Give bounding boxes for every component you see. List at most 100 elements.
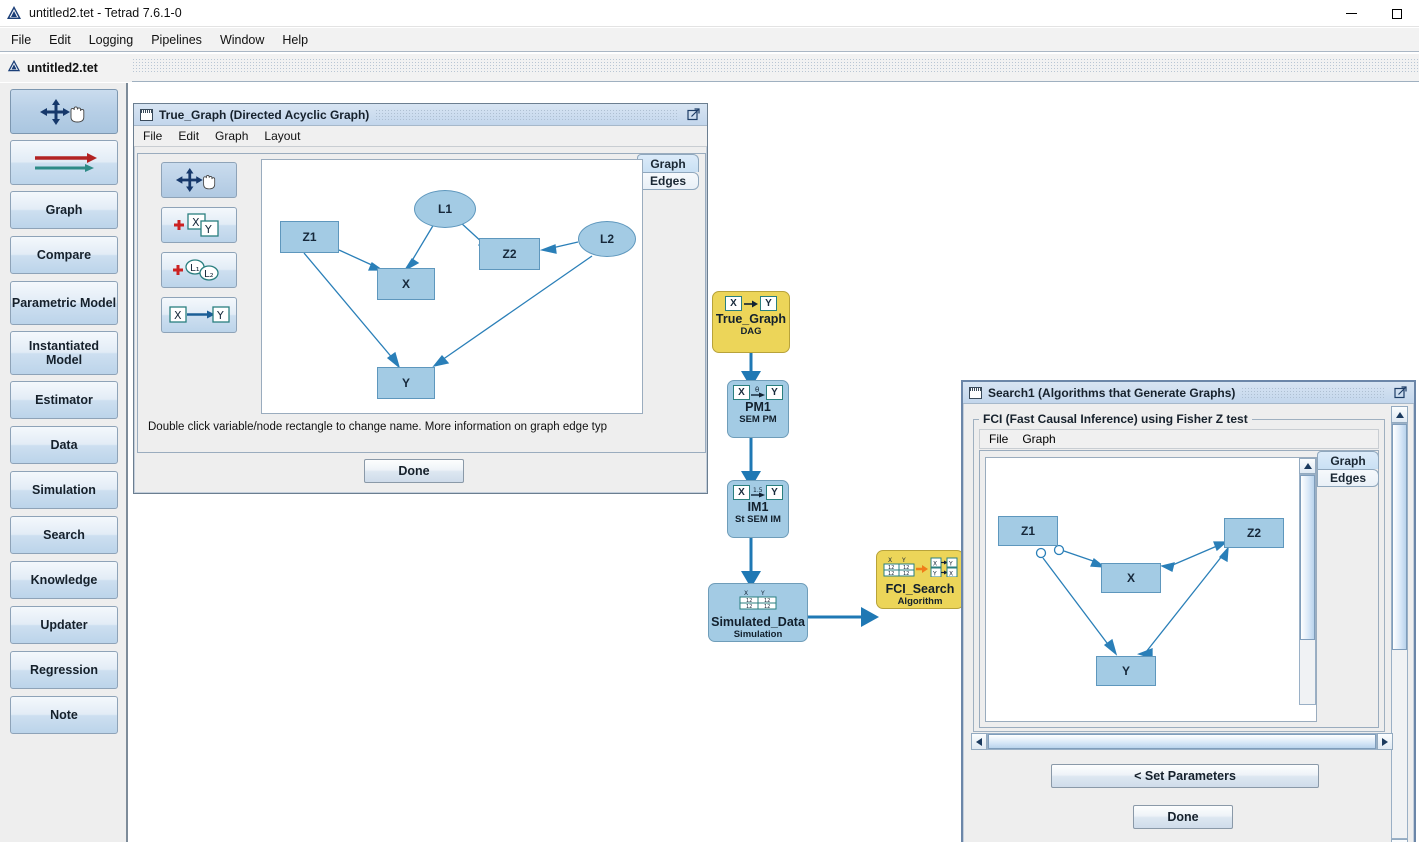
tab-graph[interactable]: Graph: [637, 154, 699, 172]
search1-inner-vertical-thumb[interactable]: [1300, 475, 1315, 640]
search1-horizontal-scrollbar-track[interactable]: [987, 733, 1377, 750]
data-to-graph-icon: X Y 12 12 12 12 X Y Y X: [882, 555, 958, 582]
tg-menu-file[interactable]: File: [136, 127, 169, 145]
s1-menu-file[interactable]: File: [982, 430, 1015, 448]
sidebar-item-parametric-model[interactable]: Parametric Model: [10, 281, 118, 325]
search1-graph-scrollpane[interactable]: Z1 Z2 X Y: [985, 457, 1317, 722]
maximize-icon[interactable]: [685, 108, 701, 122]
search1-done-button[interactable]: Done: [1133, 805, 1233, 829]
x-arrow-y-icon: X Y: [725, 296, 777, 311]
sidebar-tool-edges[interactable]: [10, 140, 118, 185]
graph-node-y[interactable]: Y: [377, 367, 435, 399]
session-workspace[interactable]: X Y True_Graph DAG X θ Y PM1 SEM PM X 1.…: [130, 83, 1419, 842]
svg-text:X: X: [888, 557, 892, 564]
pipeline-node-true-graph[interactable]: X Y True_Graph DAG: [712, 291, 790, 353]
pipeline-node-name: True_Graph: [715, 312, 787, 326]
sidebar-item-data[interactable]: Data: [10, 426, 118, 464]
menu-window[interactable]: Window: [212, 31, 272, 49]
search1-graph-node-y[interactable]: Y: [1096, 656, 1156, 686]
search1-vertical-scrollbar-track[interactable]: [1391, 423, 1408, 839]
pipeline-node-pm1[interactable]: X θ Y PM1 SEM PM: [727, 380, 789, 438]
fci-group-label: FCI (Fast Causal Inference) using Fisher…: [979, 412, 1252, 426]
pipeline-node-im1[interactable]: X 1.5 Y IM1 St SEM IM: [727, 480, 789, 538]
svg-text:12: 12: [888, 571, 894, 577]
svg-text:Y: Y: [216, 309, 224, 322]
graph-tool-add-latent-node[interactable]: L₁ L₂: [161, 252, 237, 288]
window-controls: [1329, 0, 1419, 27]
search1-inner-vertical-track[interactable]: [1299, 474, 1316, 705]
graph-node-z1[interactable]: Z1: [280, 221, 339, 253]
svg-text:Y: Y: [204, 223, 212, 236]
search1-graph-node-z1[interactable]: Z1: [998, 516, 1058, 546]
sidebar-item-knowledge[interactable]: Knowledge: [10, 561, 118, 599]
menu-help[interactable]: Help: [274, 31, 316, 49]
true-graph-titlebar[interactable]: True_Graph (Directed Acyclic Graph): [134, 104, 707, 126]
x-15-y-icon: X 1.5 Y: [733, 485, 783, 500]
graph-tool-add-measured-node[interactable]: X Y: [161, 207, 237, 243]
sidebar-item-regression[interactable]: Regression: [10, 651, 118, 689]
search1-graph-node-z2[interactable]: Z2: [1224, 518, 1284, 548]
search1-titlebar[interactable]: Search1 (Algorithms that Generate Graphs…: [963, 382, 1414, 404]
search1-inner-scroll-up-arrow[interactable]: [1299, 458, 1316, 474]
pipeline-node-fci-search[interactable]: X Y 12 12 12 12 X Y Y X FCI_Search Algor…: [876, 550, 964, 609]
pipeline-node-name: Simulated_Data: [711, 615, 805, 629]
s1-menu-graph[interactable]: Graph: [1015, 430, 1062, 448]
maximize-icon[interactable]: [1392, 386, 1408, 400]
search1-hscroll-left-arrow[interactable]: [971, 733, 987, 750]
tg-menu-graph[interactable]: Graph: [208, 127, 255, 145]
sidebar-item-graph[interactable]: Graph: [10, 191, 118, 229]
svg-text:θ: θ: [755, 386, 759, 394]
search1-horizontal-scrollbar-thumb[interactable]: [988, 734, 1376, 749]
sidebar-item-updater[interactable]: Updater: [10, 606, 118, 644]
search1-window[interactable]: Search1 (Algorithms that Generate Graphs…: [961, 380, 1416, 842]
graph-node-x[interactable]: X: [377, 268, 435, 300]
tab-edges[interactable]: Edges: [637, 172, 699, 190]
tg-menu-layout[interactable]: Layout: [257, 127, 307, 145]
s1-tab-graph[interactable]: Graph: [1317, 451, 1379, 469]
sidebar-tool-move[interactable]: [10, 89, 118, 134]
set-parameters-button[interactable]: < Set Parameters: [1051, 764, 1319, 788]
pipeline-node-simulated-data[interactable]: X Y 12 12 12 12 Simulated_Data Simulatio…: [708, 583, 808, 642]
sidebar-item-simulation[interactable]: Simulation: [10, 471, 118, 509]
s1-tab-edges[interactable]: Edges: [1317, 469, 1379, 487]
menu-file[interactable]: File: [3, 31, 39, 49]
menu-logging[interactable]: Logging: [81, 31, 142, 49]
menu-pipelines[interactable]: Pipelines: [143, 31, 210, 49]
graph-node-l2[interactable]: L2: [578, 221, 636, 257]
search1-hscroll-right-arrow[interactable]: [1377, 733, 1393, 750]
left-toolbar-sidebar: Graph Compare Parametric Model Instantia…: [0, 83, 128, 842]
session-tabstrip: untitled2.tet: [0, 54, 1419, 82]
true-graph-window[interactable]: True_Graph (Directed Acyclic Graph) File…: [133, 103, 708, 494]
sidebar-item-compare[interactable]: Compare: [10, 236, 118, 274]
search1-graph-canvas[interactable]: Z1 Z2 X Y: [986, 458, 1298, 705]
graph-node-z2[interactable]: Z2: [479, 238, 540, 270]
move-hand-icon: [40, 98, 85, 125]
search1-vertical-scrollbar-thumb[interactable]: [1392, 424, 1407, 650]
sidebar-item-estimator[interactable]: Estimator: [10, 381, 118, 419]
graph-tool-move[interactable]: [161, 162, 237, 198]
svg-text:X: X: [949, 571, 953, 578]
sidebar-item-instantiated-model[interactable]: Instantiated Model: [10, 331, 118, 375]
minimize-button[interactable]: [1329, 0, 1374, 27]
menu-edit[interactable]: Edit: [41, 31, 79, 49]
tetrad-app-icon: [6, 5, 22, 21]
session-tab-untitled2[interactable]: untitled2.tet: [0, 54, 132, 82]
pipeline-node-type: Simulation: [733, 628, 783, 640]
graph-node-l1[interactable]: L1: [414, 190, 476, 228]
graph-tool-add-directed-edge[interactable]: X Y: [161, 297, 237, 333]
frame-icon: [140, 108, 153, 121]
true-graph-title: True_Graph (Directed Acyclic Graph): [159, 107, 370, 122]
titlebar-filler: [375, 108, 679, 121]
search1-scroll-up-arrow[interactable]: [1391, 406, 1408, 423]
sidebar-item-note[interactable]: Note: [10, 696, 118, 734]
pipeline-node-name: FCI_Search: [885, 582, 955, 596]
svg-text:1.5: 1.5: [753, 487, 763, 494]
true-graph-canvas[interactable]: L1 Z1 L2 Z2 X Y: [261, 159, 643, 414]
search1-graph-node-x[interactable]: X: [1101, 563, 1161, 593]
frame-icon: [969, 386, 982, 399]
svg-text:X: X: [174, 309, 182, 322]
true-graph-done-button[interactable]: Done: [364, 459, 464, 483]
maximize-button[interactable]: [1374, 0, 1419, 27]
tg-menu-edit[interactable]: Edit: [171, 127, 206, 145]
sidebar-item-search[interactable]: Search: [10, 516, 118, 554]
